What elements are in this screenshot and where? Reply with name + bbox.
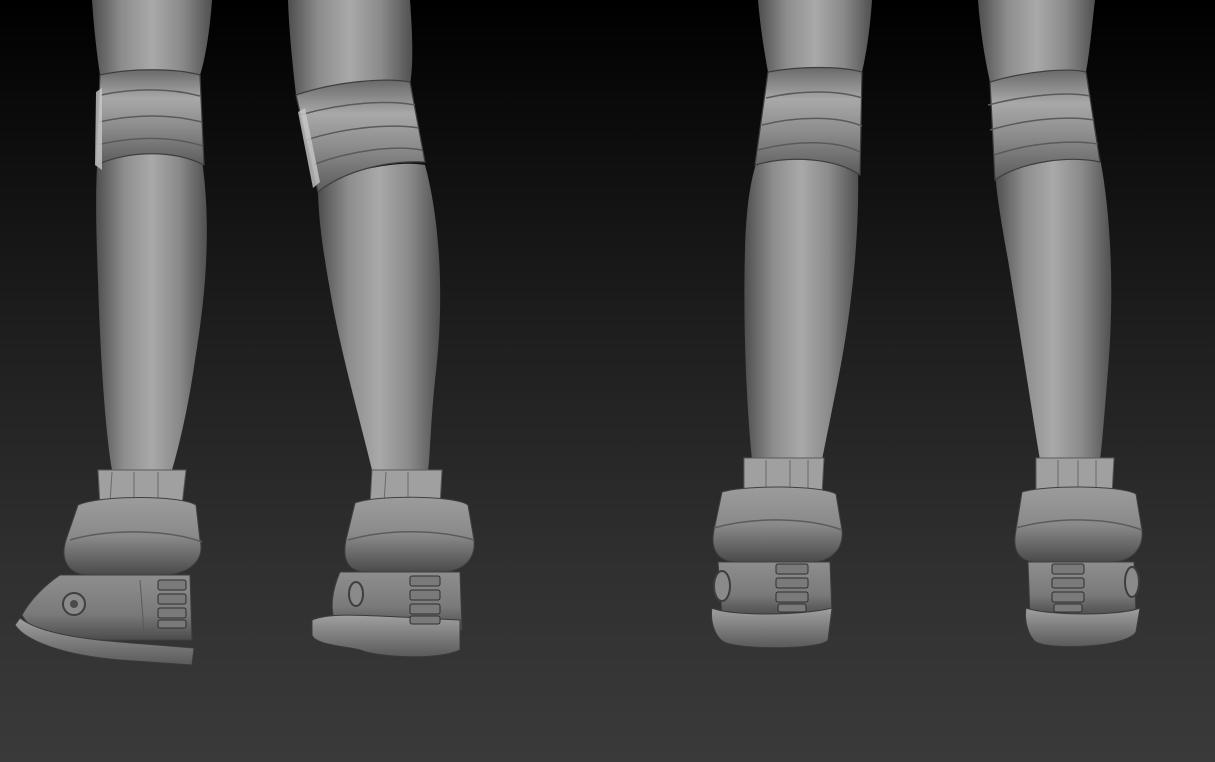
leg-right-a — [711, 0, 872, 649]
leg-left-a — [14, 0, 212, 666]
leg-left-b — [288, 0, 475, 658]
leg-right-b — [978, 0, 1143, 648]
render-canvas — [14, 0, 1143, 666]
sculpt-viewport[interactable] — [0, 0, 1215, 762]
